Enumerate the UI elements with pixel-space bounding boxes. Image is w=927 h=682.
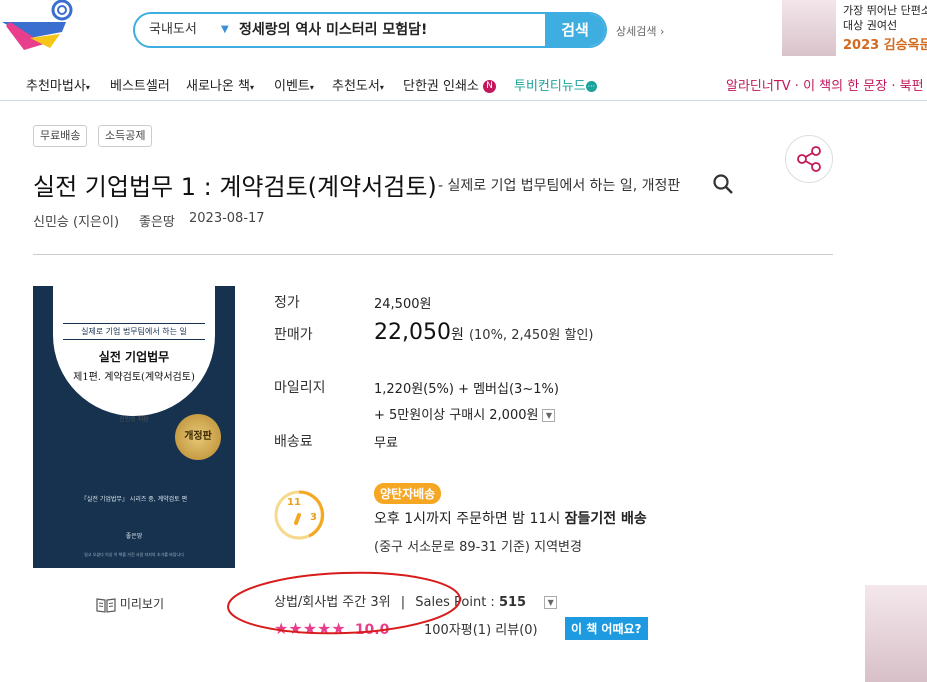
list-price-value: 24,500원 <box>374 297 432 312</box>
nav-label: 새로나온 책 <box>186 79 250 94</box>
carpet-delivery-badge: 양탄자배송 <box>374 483 442 504</box>
nav-label: 투비컨티뉴드 <box>514 79 586 94</box>
book-open-icon <box>96 597 120 613</box>
caret-down-icon: ▾ <box>85 83 90 92</box>
sale-price: 22,050원 (10%, 2,450원 할인) <box>374 320 594 345</box>
detail-search-link[interactable]: 상세검색 › <box>616 23 664 39</box>
caret-down-icon: ▾ <box>309 83 314 92</box>
mileage-expand-icon[interactable]: ▼ <box>542 409 556 422</box>
search-input[interactable] <box>239 14 539 46</box>
nav-item-bestseller[interactable]: 베스트셀러 <box>110 75 170 94</box>
nav-label: 추천도서 <box>332 79 380 94</box>
detail-search-label: 상세검색 <box>616 25 657 38</box>
sale-price-unit: 원 <box>450 327 464 343</box>
nav-item-recommended[interactable]: 추천도서▾ <box>332 75 384 94</box>
search-bar: 국내도서 ▼ 검색 <box>133 12 607 48</box>
preview-label: 미리보기 <box>119 597 164 611</box>
search-category-select[interactable]: 국내도서 <box>149 14 197 46</box>
cover-publisher: 좋은땅 <box>125 533 143 540</box>
book-publisher[interactable]: 좋은땅 <box>139 211 175 230</box>
how-about-book-button[interactable]: 이 책 어때요? <box>565 617 648 640</box>
nav-label: 이벤트 <box>274 79 310 94</box>
nav-item-tobecontinued[interactable]: 투비컨티뉴드 ··· <box>514 75 597 94</box>
cover-series: 『실전 기업법무』 시리즈 중, 계약검토 편 <box>80 496 188 503</box>
nav-item-single-print[interactable]: 단한권 인쇄소 N <box>403 75 497 94</box>
delivery-message-text: 오후 1시까지 주문하면 밤 11시 <box>374 511 565 527</box>
aladin-logo[interactable] <box>0 0 80 60</box>
cover-subtitle: 실제로 기업 법무팀에서 하는 일 <box>63 323 205 340</box>
shipping-value: 무료 <box>374 436 398 451</box>
mileage-line1: 1,220원(5%) + 멤버십(3~1%) <box>374 382 559 397</box>
main-nav: 추천마법사▾ 베스트셀러 새로나온 책▾ 이벤트▾ 추천도서▾ 단한권 인쇄소 … <box>0 70 927 101</box>
revised-edition-seal: 개정판 <box>175 414 221 460</box>
nav-right-links[interactable]: 알라딘너TV · 이 책의 한 문장 · 북펀 <box>726 75 924 94</box>
nav-label: 단한권 인쇄소 <box>403 79 479 94</box>
tag-free-shipping: 무료배송 <box>33 125 88 147</box>
new-badge-icon: N <box>483 80 497 93</box>
delivery-message-bold: 잠들기전 배송 <box>564 511 647 527</box>
preview-button[interactable]: 미리보기 <box>96 595 164 613</box>
tag-tax-deduction: 소득공제 <box>98 125 153 147</box>
sales-point-expand-icon[interactable]: ▼ <box>544 596 558 609</box>
mileage-line2-text: + 5만원이상 구매시 2,000원 <box>374 408 539 423</box>
book-cover[interactable]: 실제로 기업 법무팀에서 하는 일 실전 기업법무 제1편. 계약검토(계약서검… <box>33 286 235 568</box>
caret-down-icon: ▾ <box>379 83 384 92</box>
ad-text-line3[interactable]: 2023 김승옥문학 <box>843 34 927 53</box>
share-icon <box>797 146 821 172</box>
clock-11-label: 11 <box>287 497 301 508</box>
more-dots-icon: ··· <box>585 81 597 92</box>
sale-price-value: 22,050 <box>374 320 451 345</box>
search-button[interactable]: 검색 <box>545 14 605 46</box>
book-title: 실전 기업법무 1 : 계약검토(계약서검토) <box>33 173 437 201</box>
cover-title: 실전 기업법무 <box>98 350 170 364</box>
nav-item-new-books[interactable]: 새로나온 책▾ <box>186 75 254 94</box>
search-icon[interactable] <box>712 173 734 199</box>
cover-footer: 일고 오셨다 이상 이 책을 가진 사람 저자의 추가를 바랍니다 <box>84 552 184 557</box>
nav-item-recommend-wizard[interactable]: 추천마법사▾ <box>26 75 90 94</box>
book-date: 2023-08-17 <box>189 211 265 226</box>
shipping-label: 배송료 <box>274 434 313 450</box>
list-price-label: 정가 <box>274 295 300 311</box>
cover-title-sub: 제1편. 계약검토(계약서검토) <box>73 372 195 383</box>
mileage-label: 마일리지 <box>274 380 326 396</box>
sale-price-label: 판매가 <box>274 327 313 343</box>
divider <box>33 254 833 255</box>
clock-3-label: 3 <box>310 512 317 523</box>
share-button[interactable] <box>785 135 833 183</box>
nav-item-events[interactable]: 이벤트▾ <box>274 75 314 94</box>
sales-point-value: 515 <box>498 595 527 610</box>
caret-down-icon: ▾ <box>249 83 254 92</box>
chevron-down-icon[interactable]: ▼ <box>221 14 229 46</box>
ad-text-line2[interactable]: 대상 권여선 <box>843 17 897 33</box>
ad-text-line1[interactable]: 가장 뛰어난 단편소 <box>843 2 927 18</box>
side-ad-banner[interactable] <box>865 585 927 682</box>
delivery-location-change[interactable]: (중구 서소문로 89-31 기준) 지역변경 <box>374 536 582 555</box>
book-author[interactable]: 신민승 (지은이) <box>33 211 119 230</box>
book-subtitle: - 실제로 기업 법무팀에서 하는 일, 개정판 <box>438 178 681 194</box>
delivery-message: 오후 1시까지 주문하면 밤 11시 잠들기전 배송 <box>374 508 647 528</box>
mileage-line2: + 5만원이상 구매시 2,000원 ▼ <box>374 404 556 423</box>
ad-book-thumbnail[interactable] <box>782 0 836 56</box>
annotation-ellipse <box>226 570 462 636</box>
sale-discount: (10%, 2,450원 할인) <box>468 328 594 343</box>
clock-icon: 11 3 <box>273 483 325 547</box>
nav-label: 추천마법사 <box>26 79 86 94</box>
chevron-right-icon: › <box>659 25 665 38</box>
